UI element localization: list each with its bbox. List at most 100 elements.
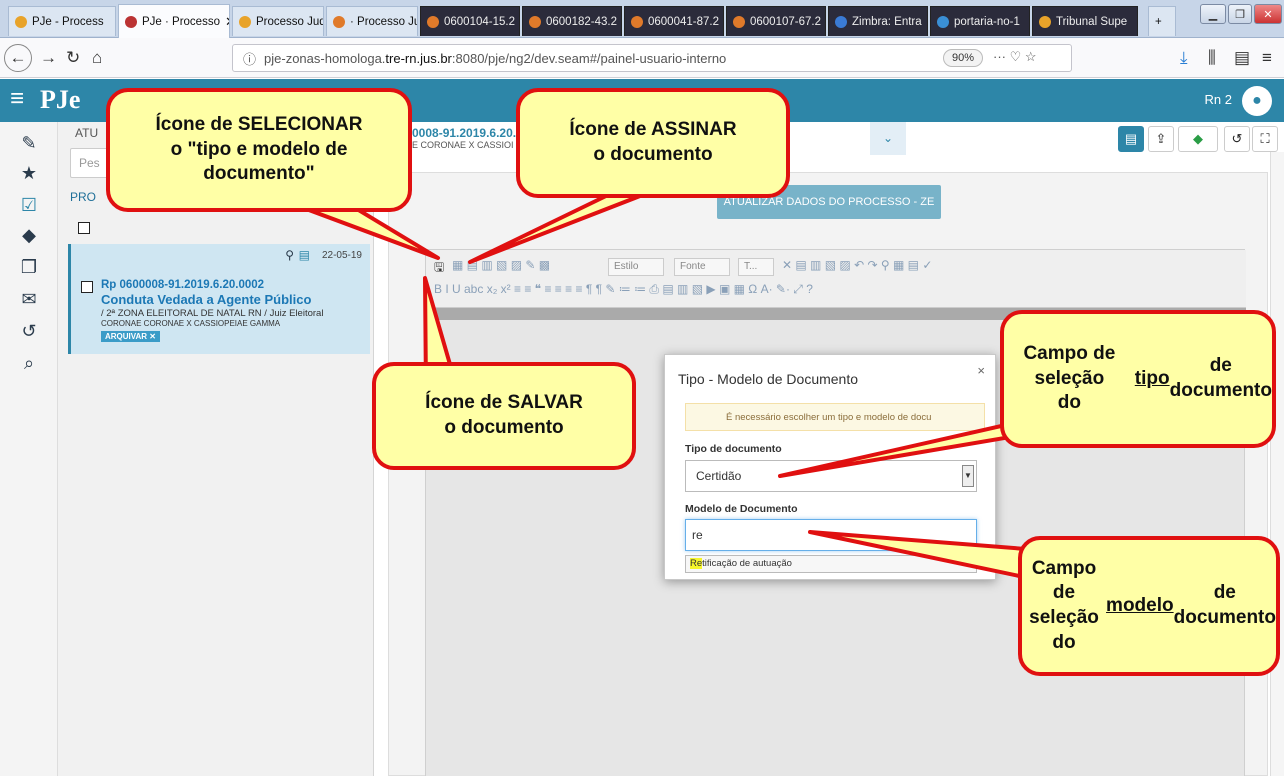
process-class[interactable]: Conduta Vedada a Agente Público [101, 292, 311, 307]
avatar[interactable]: ● [1242, 86, 1272, 116]
mail-icon[interactable]: ✉ [18, 288, 40, 310]
process-card[interactable]: ⚲ ▤ 22-05-19 Rp 0600008-91.2019.6.20.000… [68, 244, 370, 354]
tab-favicon-icon [835, 15, 847, 28]
browser-tab[interactable]: · Processo Jud [326, 6, 418, 36]
dialog-title: Tipo - Modelo de Documento [678, 371, 859, 387]
process-parties: CORONAE CORONAE X CASSIOPEIAE GAMMA [101, 319, 281, 328]
callout-type-field: Campo de seleção do tipo de documento [1000, 310, 1276, 448]
search-icon[interactable]: ⌕ [18, 352, 40, 374]
address-bar[interactable]: ⓘ pje-zonas-homologa.tre-rn.jus.br:8080/… [232, 44, 1072, 72]
process-checkbox[interactable] [81, 281, 93, 293]
document-model-input[interactable]: re [685, 519, 977, 551]
tab-label: PJe · Processo [142, 15, 220, 28]
callout-select-icon: Ícone de SELECIONAR o "tipo e modelo de … [106, 88, 412, 212]
browser-tab[interactable]: 0600104-15.2 [420, 6, 520, 36]
page-actions-icon[interactable]: ··· ♡ ☆ [993, 49, 1037, 65]
select-all-checkbox[interactable] [78, 222, 90, 234]
copy-icon[interactable]: ❐ [18, 256, 40, 278]
model-suggestion[interactable]: Retificação de autuação [685, 555, 977, 573]
tab-label: portaria-no-1 [954, 15, 1020, 28]
expand-details-button[interactable]: ⌄ [870, 122, 906, 155]
archive-badge[interactable]: ARQUIVAR ✕ [101, 331, 160, 342]
panel-header: ATU [75, 126, 99, 140]
tab-label: 0600104-15.2 [444, 15, 515, 28]
scrollbar[interactable] [1270, 152, 1284, 776]
document-type-select[interactable]: Certidão ▼ [685, 460, 977, 492]
back-icon[interactable]: ← [4, 44, 32, 72]
editor-toolbar-icons-row1b[interactable]: ✕ ▤ ▥ ▧ ▨ ↶ ↷ ⚲ ▦ ▤ ✓ [782, 258, 932, 272]
font-dropdown[interactable]: Fonte [674, 258, 730, 276]
tab-label: 0600182-43.2 [546, 15, 617, 28]
menu-icon[interactable]: ≡ [1262, 48, 1272, 68]
star-icon[interactable]: ★ [18, 162, 40, 184]
zoom-level[interactable]: 90% [943, 49, 984, 67]
editor-toolbar: 🖫 ▦ ▤ ▥ ▧ ▨ ✎ ▩ Estilo Fonte T... ✕ ▤ ▥ … [426, 250, 1246, 308]
tab-favicon-icon [333, 15, 345, 28]
download-icon[interactable]: ⤓ [1180, 48, 1188, 68]
save-icon[interactable]: 🖫 [434, 258, 444, 279]
pencil-icon[interactable]: ✎ [18, 132, 40, 154]
browser-tab[interactable]: 0600041-87.2 [624, 6, 724, 36]
tags-icon[interactable]: ◆ [18, 224, 40, 246]
sidebar-icon[interactable]: ▤ [1234, 48, 1250, 68]
share-icon[interactable]: ⇪ [1148, 126, 1174, 152]
chevron-down-icon[interactable]: ▼ [962, 465, 974, 487]
tab-favicon-icon [937, 15, 949, 28]
callout-model-field: Campo de seleção do modelo de documento [1018, 536, 1280, 676]
process-panel: ATU Pes PRO ⚲ ▤ 22-05-19 Rp 0600008-91.2… [58, 122, 374, 776]
browser-tab[interactable]: Tribunal Supe [1032, 6, 1138, 36]
browser-tab[interactable]: PJe · Processo ✕ [118, 4, 230, 38]
browser-tab-bar: PJe - Process PJe · Processo ✕ Processo Jud… [0, 0, 1284, 38]
site-info-icon[interactable]: ⓘ [243, 49, 256, 68]
style-dropdown[interactable]: Estilo [608, 258, 664, 276]
editor-toolbar-icons-row1[interactable]: ▦ ▤ ▥ ▧ ▨ ✎ ▩ [452, 258, 550, 272]
tab-label: 0600107-67.2 [750, 15, 821, 28]
minimize-button[interactable]: ▁ [1200, 4, 1226, 24]
browser-tab[interactable]: Processo Judi [232, 6, 324, 36]
fullscreen-icon[interactable]: ⛶ [1252, 126, 1278, 152]
history-icon[interactable]: ↺ [18, 320, 40, 342]
process-subtitle: E CORONAE X CASSIOI [412, 140, 514, 150]
process-number[interactable]: Rp 0600008-91.2019.6.20.0002 [101, 279, 264, 291]
user-name[interactable]: Rn 2 [1205, 92, 1232, 107]
library-icon[interactable]: ⫼ [1208, 48, 1216, 68]
editor-toolbar-icons-row2[interactable]: B I U abc x₂ x² ≡ ≡ ❝ ≡ ≡ ≡ ≡ ¶ ¶ ✎ ≔ ≔ … [434, 282, 813, 297]
tab-favicon-icon [529, 15, 541, 28]
size-dropdown[interactable]: T... [738, 258, 774, 276]
browser-tab[interactable]: 0600182-43.2 [522, 6, 622, 36]
type-model-dialog: Tipo - Modelo de Documento × É necessári… [664, 354, 996, 580]
home-icon[interactable]: ⌂ [92, 48, 102, 68]
tab-close-icon[interactable]: ✕ [225, 14, 229, 30]
document-type-value: Certidão [696, 469, 742, 483]
browser-tab[interactable]: Zimbra: Entra [828, 6, 928, 36]
reload-icon[interactable]: ↻ [66, 48, 80, 68]
document-view-button[interactable]: ▤ [1118, 126, 1144, 152]
tab-favicon-icon [1039, 15, 1051, 28]
new-tab-button[interactable]: + [1148, 6, 1176, 36]
browser-nav-bar: ← → ↻ ⌂ ⓘ pje-zonas-homologa.tre-rn.jus.… [0, 38, 1284, 78]
forward-icon[interactable]: → [40, 48, 57, 68]
browser-tab[interactable]: 0600107-67.2 [726, 6, 826, 36]
callout-save-icon: Ícone de SALVAR o documento [372, 362, 636, 470]
tab-label: Tribunal Supe [1056, 15, 1128, 28]
type-label: Tipo de documento [685, 443, 782, 455]
tab-favicon-icon [427, 15, 439, 28]
tag-count-button[interactable]: ◆ [1178, 126, 1218, 152]
tab-favicon-icon [733, 15, 745, 28]
warning-message: É necessário escolher um tipo e modelo d… [685, 403, 985, 431]
hamburger-icon[interactable]: ≡ [10, 85, 24, 113]
browser-tab[interactable]: portaria-no-1 [930, 6, 1030, 36]
pin-icon[interactable]: ⚲ [285, 248, 294, 262]
close-window-button[interactable]: ✕ [1254, 4, 1282, 24]
close-icon[interactable]: × [977, 363, 985, 378]
document-icon[interactable]: ▤ [299, 248, 310, 262]
checkbox-icon[interactable]: ☑ [18, 194, 40, 216]
history-icon[interactable]: ↺ [1224, 126, 1250, 152]
tab-favicon-icon [15, 15, 27, 28]
tab-favicon-icon [125, 15, 137, 28]
tab-label: · Processo Jud [350, 15, 417, 28]
browser-tab[interactable]: PJe - Process [8, 6, 116, 36]
process-title: 0008-91.2019.6.20.0 [412, 126, 523, 140]
maximize-button[interactable]: ❐ [1228, 4, 1252, 24]
tab-label: Processo Judi [256, 15, 324, 28]
